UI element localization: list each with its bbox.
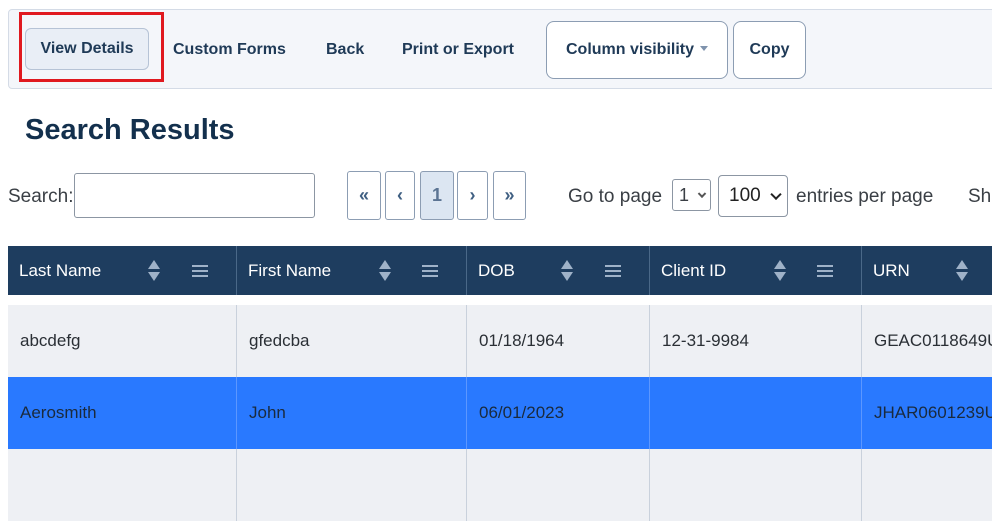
column-header-label: URN bbox=[873, 260, 910, 280]
goto-page-select[interactable]: 1 bbox=[672, 179, 711, 211]
next-page-button[interactable]: › bbox=[457, 171, 488, 220]
entries-per-page-label: entries per page bbox=[796, 186, 934, 207]
cell-last-name bbox=[8, 449, 237, 521]
cell-first-name: gfedcba bbox=[237, 305, 467, 377]
search-input[interactable] bbox=[74, 173, 315, 218]
goto-page-value: 1 bbox=[679, 184, 690, 205]
column-menu-icon[interactable] bbox=[605, 265, 621, 277]
column-menu-icon[interactable] bbox=[192, 265, 208, 277]
copy-button[interactable]: Copy bbox=[733, 21, 806, 79]
prev-page-button[interactable]: ‹ bbox=[385, 171, 415, 220]
chevron-down-icon bbox=[770, 188, 782, 201]
column-header-urn[interactable]: URN bbox=[862, 246, 992, 295]
column-menu-icon[interactable] bbox=[422, 265, 438, 277]
show-label: Sho bbox=[968, 186, 992, 207]
cell-urn: JHAR0601239U bbox=[874, 403, 992, 422]
view-details-button[interactable]: View Details bbox=[25, 28, 149, 70]
cell-dob: 06/01/2023 bbox=[467, 377, 650, 449]
current-page-button[interactable]: 1 bbox=[420, 171, 454, 220]
toolbar: View Details Custom Forms Back Print or … bbox=[8, 9, 992, 89]
first-page-button[interactable]: « bbox=[347, 171, 381, 220]
column-visibility-label: Column visibility bbox=[565, 41, 694, 58]
column-header-label: Last Name bbox=[19, 260, 102, 280]
sort-icon[interactable] bbox=[379, 260, 391, 282]
back-button[interactable]: Back bbox=[326, 10, 364, 90]
column-header-label: First Name bbox=[248, 260, 332, 280]
cell-client-id bbox=[650, 377, 862, 449]
chevron-down-icon bbox=[697, 189, 707, 199]
table-row-selected[interactable]: Aerosmith John 06/01/2023 JHAR0601239U bbox=[8, 377, 992, 449]
column-header-first-name[interactable]: First Name bbox=[237, 246, 467, 295]
column-header-last-name[interactable]: Last Name bbox=[8, 246, 237, 295]
cell-dob: 01/18/1964 bbox=[467, 305, 650, 377]
cell-last-name: Aerosmith bbox=[8, 377, 237, 449]
page-title: Search Results bbox=[25, 114, 235, 146]
entries-per-page-value: 100 bbox=[729, 185, 761, 206]
table-header: Last Name First Name DOB Client ID URN bbox=[8, 246, 992, 295]
cell-first-name: John bbox=[237, 377, 467, 449]
column-header-client-id[interactable]: Client ID bbox=[650, 246, 862, 295]
custom-forms-button[interactable]: Custom Forms bbox=[173, 10, 286, 90]
cell-dob bbox=[467, 449, 650, 521]
cell-client-id: 12-31-9984 bbox=[650, 305, 862, 377]
goto-page-label: Go to page bbox=[568, 186, 663, 207]
sort-icon[interactable] bbox=[774, 260, 786, 282]
table-row[interactable]: abcdefg gfedcba 01/18/1964 12-31-9984 GE… bbox=[8, 305, 992, 377]
caret-down-icon bbox=[700, 45, 708, 51]
column-visibility-button[interactable]: Column visibility bbox=[546, 21, 728, 79]
cell-first-name bbox=[237, 449, 467, 521]
sort-icon[interactable] bbox=[561, 260, 573, 282]
cell-urn: GEAC0118649U bbox=[874, 331, 992, 350]
entries-per-page-select[interactable]: 100 bbox=[718, 175, 788, 217]
sort-icon[interactable] bbox=[148, 260, 160, 282]
table-row[interactable] bbox=[8, 449, 992, 521]
print-export-button[interactable]: Print or Export bbox=[402, 10, 514, 90]
column-menu-icon[interactable] bbox=[817, 265, 833, 277]
cell-urn bbox=[862, 449, 992, 521]
column-header-label: Client ID bbox=[661, 260, 727, 280]
last-page-button[interactable]: » bbox=[493, 171, 526, 220]
sort-icon[interactable] bbox=[956, 260, 968, 282]
cell-last-name: abcdefg bbox=[8, 305, 237, 377]
cell-client-id bbox=[650, 449, 862, 521]
column-header-dob[interactable]: DOB bbox=[467, 246, 650, 295]
column-header-label: DOB bbox=[478, 260, 515, 280]
search-label: Search: bbox=[8, 186, 74, 207]
